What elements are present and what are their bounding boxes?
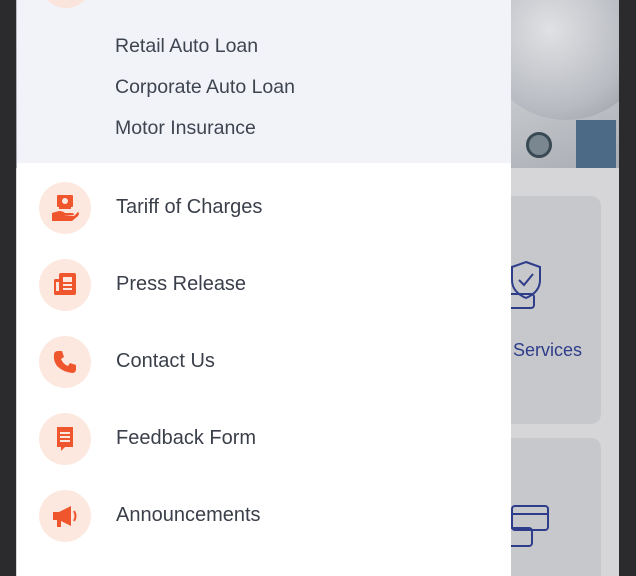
menu-item-announcements[interactable]: Announcements: [17, 486, 511, 546]
menu-item-contact-us[interactable]: Contact Us: [17, 332, 511, 392]
shield-car-icon: [507, 260, 541, 309]
menu-item-feedback-form[interactable]: Feedback Form: [17, 409, 511, 469]
menu-item-label: Contact Us: [116, 350, 215, 372]
form-document-icon: [39, 413, 91, 465]
submenu-parent-icon: [40, 0, 92, 8]
menu-item-tariff-of-charges[interactable]: Tariff of Charges: [17, 178, 511, 238]
megaphone-icon: [39, 490, 91, 542]
submenu-item-motor-insurance[interactable]: Motor Insurance: [115, 117, 256, 140]
auto-loan-submenu: Retail Auto Loan Corporate Auto Loan Mot…: [17, 0, 511, 163]
menu-item-press-release[interactable]: Press Release: [17, 255, 511, 315]
submenu-item-retail-auto-loan[interactable]: Retail Auto Loan: [115, 35, 258, 58]
card-icon: [507, 505, 549, 547]
menu-item-label: Tariff of Charges: [116, 196, 263, 218]
phone-icon: [39, 336, 91, 388]
cash-in-hand-icon: [39, 182, 91, 234]
menu-item-label: Press Release: [116, 273, 247, 295]
menu-item-label: Announcements: [116, 504, 261, 526]
newspaper-icon: [39, 259, 91, 311]
navigation-drawer: Retail Auto Loan Corporate Auto Loan Mot…: [17, 0, 511, 576]
submenu-item-corporate-auto-loan[interactable]: Corporate Auto Loan: [115, 76, 295, 99]
menu-item-label: Feedback Form: [116, 427, 257, 449]
